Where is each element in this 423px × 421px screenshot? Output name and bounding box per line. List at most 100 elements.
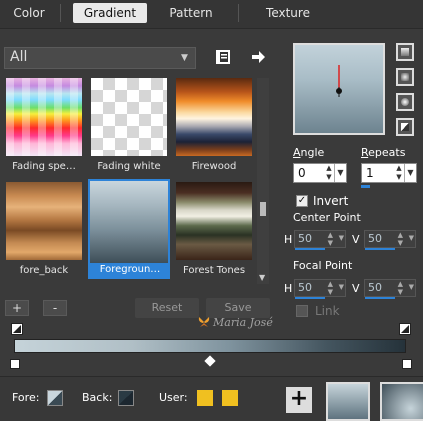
end-opacity-stop[interactable] [402,359,412,369]
scrollbar-thumb[interactable] [260,202,266,216]
link-checkbox[interactable] [296,305,308,317]
sunburst-style-button[interactable] [396,93,414,111]
spin-arrows-icon[interactable]: ▲ ▼ [394,164,404,182]
gradient-swatch-fading-spectrum[interactable]: Fading spe… [4,76,84,174]
focal-h-label: H [284,282,293,295]
chevron-down-icon[interactable]: ▼ [339,234,344,242]
back-swatch[interactable] [118,390,134,406]
spin-arrows-icon[interactable]: ▲ ▼ [328,280,333,296]
gradient-swatch-fading-white[interactable]: Fading white [89,76,169,174]
center-h-value: 50 [298,232,312,245]
remove-gradient-button[interactable]: - [43,300,67,316]
back-label: Back: [82,391,113,404]
focal-v-value: 50 [368,281,382,294]
recent-gradient-2[interactable] [380,382,423,421]
center-v-label: V [352,233,360,246]
angle-value: 0 [298,166,306,180]
angle-label: Angle [293,146,325,159]
spin-arrows-icon[interactable]: ▲ ▼ [398,280,403,296]
tab-color[interactable]: Color [5,3,53,23]
reset-button[interactable]: Reset [135,298,199,318]
user-label: User: [159,391,188,404]
category-selected: All [10,49,28,65]
swatch-scrollbar[interactable] [257,78,269,284]
add-gradient-button[interactable]: + [5,300,29,316]
chevron-down-icon: ▼ [181,53,188,63]
center-h-label: H [284,233,293,246]
swatch-name: Fading spe… [12,161,76,172]
export-arrow-icon[interactable] [249,48,269,68]
center-h-level-bar [295,248,325,250]
center-point-label: Center Point [293,211,361,224]
scroll-down-icon[interactable]: ▼ [259,273,265,282]
focal-v-label: V [352,282,360,295]
start-color-stop-icon[interactable] [11,323,23,335]
angle-input[interactable]: 0 ▲ ▼ ▼ [293,163,347,183]
swatch-name: Firewood [191,161,237,172]
swatch-thumbnail [176,78,252,156]
focal-h-level-bar [295,297,325,299]
user-swatch-1[interactable] [197,390,213,406]
tab-pattern[interactable]: Pattern [156,3,226,23]
chevron-down-icon[interactable]: ▼ [409,234,414,242]
fore-swatch[interactable] [47,390,63,406]
add-user-color-button[interactable]: + [286,387,312,413]
spin-arrows-icon[interactable]: ▲ ▼ [328,231,333,247]
spin-arrows-icon[interactable]: ▲ ▼ [398,231,403,247]
tab-divider [60,4,61,22]
library-icon[interactable] [214,48,234,68]
gradient-editor-bar[interactable] [14,339,406,353]
gradient-swatch-fore-back[interactable]: fore_back [4,180,84,278]
radial-style-button[interactable] [396,118,414,136]
repeats-label: Repeats [361,146,406,159]
swatch-name: Fading white [97,161,161,172]
user-swatch-2[interactable] [222,390,238,406]
invert-label: Invert [313,194,349,208]
swatch-name: fore_back [19,265,69,276]
recent-gradient-1[interactable] [326,382,370,421]
focal-v-input[interactable]: 50 ▲ ▼ ▼ [364,279,416,299]
center-v-value: 50 [368,232,382,245]
save-button[interactable]: Save [206,298,270,318]
gradient-swatch-forest-tones[interactable]: Forest Tones [174,180,254,278]
repeats-value: 1 [366,166,374,180]
chevron-down-icon[interactable]: ▼ [404,164,416,182]
swatch-thumbnail [90,181,168,263]
tab-divider [238,4,239,22]
focal-h-input[interactable]: 50 ▲ ▼ ▼ [294,279,346,299]
focal-v-level-bar [365,297,395,299]
swatch-name: Forest Tones [182,265,246,276]
chevron-down-icon[interactable]: ▼ [409,283,414,291]
rectangular-style-button[interactable] [396,68,414,86]
chevron-down-icon[interactable]: ▼ [339,283,344,291]
repeats-input[interactable]: 1 ▲ ▼ ▼ [361,163,417,183]
gradient-swatch-firewood[interactable]: Firewood [174,76,254,174]
center-v-level-bar [365,248,395,250]
swatch-thumbnail [176,182,252,260]
gradient-preview[interactable] [293,43,385,135]
spin-arrows-icon[interactable]: ▲ ▼ [324,164,334,182]
linear-style-button[interactable] [396,43,414,61]
tab-bar: Color Gradient Pattern Texture [0,0,423,29]
focal-h-value: 50 [298,281,312,294]
swatch-name: Foregroun… [99,264,161,275]
gradient-swatch-foreground[interactable]: Foregroun… [88,179,170,279]
chevron-down-icon[interactable]: ▼ [334,164,346,182]
footer: Fore: Back: User: + [0,376,423,421]
butterfly-logo-icon [198,316,210,328]
center-v-input[interactable]: 50 ▲ ▼ ▼ [364,230,416,250]
fore-label: Fore: [12,391,40,404]
midpoint-marker[interactable] [204,355,216,367]
invert-checkbox[interactable]: ✓ [296,195,308,207]
category-dropdown[interactable]: All ▼ [4,47,196,69]
end-color-stop-icon[interactable] [399,323,411,335]
start-opacity-stop[interactable] [10,359,20,369]
swatch-thumbnail [6,78,82,156]
swatch-thumbnail [6,182,82,260]
repeats-level-bar [361,185,370,188]
watermark-text: Maria José [213,316,273,329]
center-h-input[interactable]: 50 ▲ ▼ ▼ [294,230,346,250]
link-label: Link [315,304,340,318]
tab-gradient[interactable]: Gradient [73,3,147,23]
tab-texture[interactable]: Texture [253,3,323,23]
